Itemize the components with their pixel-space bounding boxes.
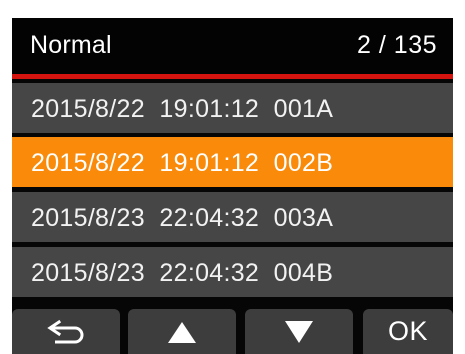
return-arrow-icon <box>45 318 87 346</box>
file-list-item[interactable]: 2015/8/23 22:04:32 003A <box>12 192 453 242</box>
screen: Normal 2 / 135 2015/8/22 19:01:12 001A 2… <box>0 0 465 354</box>
triangle-up-icon <box>167 320 197 344</box>
file-browser-panel: Normal 2 / 135 2015/8/22 19:01:12 001A 2… <box>12 18 453 354</box>
ok-button-label: OK <box>387 316 428 346</box>
file-counter: 2 / 135 <box>357 31 437 59</box>
back-button[interactable] <box>12 309 120 354</box>
header-divider <box>12 74 453 79</box>
file-list-item-label: 2015/8/22 19:01:12 002B <box>31 149 334 177</box>
file-list-item[interactable]: 2015/8/22 19:01:12 001A <box>12 83 453 133</box>
file-list-item-label: 2015/8/22 19:01:12 001A <box>31 95 334 123</box>
header-bar: Normal 2 / 135 <box>12 18 453 74</box>
file-list-item-label: 2015/8/23 22:04:32 004B <box>31 259 334 287</box>
down-button[interactable] <box>245 309 353 354</box>
triangle-down-icon <box>284 320 314 344</box>
up-button[interactable] <box>128 309 236 354</box>
file-list-item-selected[interactable]: 2015/8/22 19:01:12 002B <box>12 137 453 187</box>
bottom-toolbar: OK <box>12 309 453 354</box>
mode-title: Normal <box>30 31 112 59</box>
ok-button[interactable]: OK <box>363 309 453 354</box>
file-list-item[interactable]: 2015/8/23 22:04:32 004B <box>12 247 453 297</box>
file-list-item-label: 2015/8/23 22:04:32 003A <box>31 204 334 232</box>
